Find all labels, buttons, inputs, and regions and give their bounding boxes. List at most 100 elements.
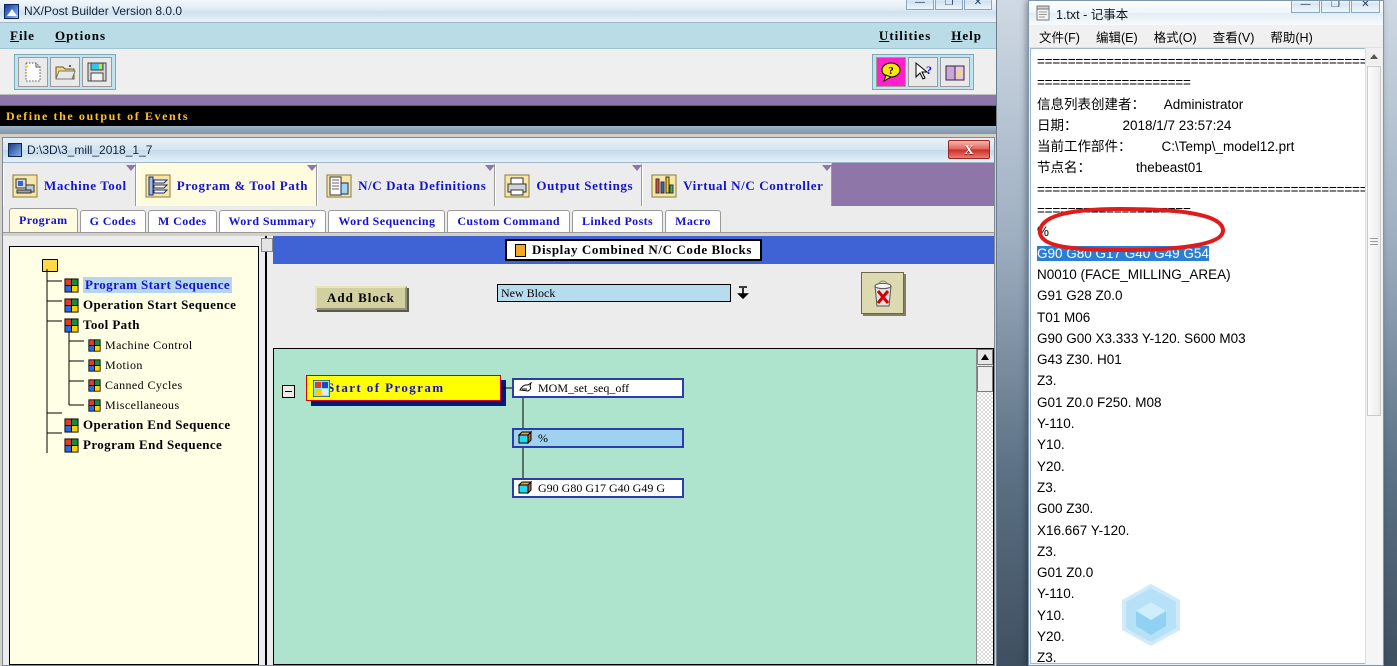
tree-label: Program Start Sequence xyxy=(83,277,233,293)
tree-item-miscellaneous[interactable]: Miscellaneous xyxy=(88,395,258,415)
tree-item-operation-start-sequence[interactable]: Operation Start Sequence xyxy=(64,295,258,315)
notepad-line: ==================== xyxy=(1037,203,1191,219)
nx-toolbar: ? ? ? xyxy=(0,49,996,95)
book-button[interactable]: ? xyxy=(940,56,970,87)
event-tree: Program Start Sequence Operation Start S… xyxy=(10,247,258,455)
splitter-grip[interactable] xyxy=(261,238,273,252)
subtab-m-codes[interactable]: M Codes xyxy=(148,210,217,232)
tab-output-settings[interactable]: Output Settings xyxy=(495,163,643,206)
subtab-g-codes[interactable]: G Codes xyxy=(79,210,147,232)
menu-file[interactable]: File xyxy=(0,28,45,44)
notepad-line: X16.667 Y-120. xyxy=(1037,522,1130,538)
notepad-text-area[interactable]: ==================== ====================… xyxy=(1030,48,1382,664)
tree-label: Miscellaneous xyxy=(105,397,180,412)
tree-item-canned-cycles[interactable]: Canned Cycles xyxy=(88,375,258,395)
notepad-maximize-button[interactable]: ❐ xyxy=(1321,1,1350,13)
scroll-thumb[interactable] xyxy=(977,366,993,392)
new-block-combo-arrow[interactable] xyxy=(733,282,753,304)
block-diagram-canvas[interactable]: Start of Program MOM_set_seq_off % G90 G… xyxy=(273,348,994,665)
display-combined-blocks-button[interactable]: Display Combined N/C Code Blocks xyxy=(504,239,762,261)
notepad-menu-file[interactable]: 文件(F) xyxy=(1039,27,1080,46)
notepad-close-button[interactable]: ✕ xyxy=(1351,1,1380,13)
block-controls-row: Add Block New Block xyxy=(273,264,994,326)
event-cube-icon xyxy=(88,358,101,372)
notepad-scroll-thumb[interactable] xyxy=(1367,66,1381,416)
menu-options[interactable]: Options xyxy=(45,28,116,44)
subtab-macro[interactable]: Macro xyxy=(665,210,721,232)
notepad-line: 节点名： thebeast01 xyxy=(1037,160,1203,176)
menu-utilities[interactable]: Utilities xyxy=(869,28,941,44)
chevron-down-icon xyxy=(737,286,749,300)
svg-text:?: ? xyxy=(888,65,894,77)
notepad-line: Z3. xyxy=(1037,543,1057,559)
tree-item-motion[interactable]: Motion xyxy=(88,355,258,375)
child-block-gcode[interactable]: G90 G80 G17 G40 G49 G xyxy=(512,478,684,498)
notepad-vertical-scrollbar[interactable] xyxy=(1365,48,1382,664)
splitter-bar xyxy=(265,236,267,665)
tree-item-tool-path[interactable]: Tool Path xyxy=(64,315,258,335)
event-cube-icon xyxy=(64,297,79,313)
new-button[interactable] xyxy=(18,56,48,87)
tree-item-program-end-sequence[interactable]: Program End Sequence xyxy=(64,435,258,455)
tree-item-machine-control[interactable]: Machine Control xyxy=(88,335,258,355)
subtab-word-summary[interactable]: Word Summary xyxy=(218,210,327,232)
mdi-title-bar: D:\3D\3_mill_2018_1_7 X xyxy=(3,138,994,163)
save-icon xyxy=(87,62,107,81)
event-cube-icon xyxy=(64,277,79,293)
notepad-menu-view[interactable]: 查看(V) xyxy=(1213,27,1255,46)
tree-item-program-start-sequence[interactable]: Program Start Sequence xyxy=(64,275,258,295)
mdi-title-text: D:\3D\3_mill_2018_1_7 xyxy=(27,143,153,157)
notepad-menu-edit[interactable]: 编辑(E) xyxy=(1096,27,1138,46)
nx-window-controls[interactable]: — ❐ ✕ xyxy=(906,0,992,10)
context-help-icon: ? xyxy=(915,61,932,80)
menu-help-rest: elp xyxy=(962,27,982,43)
notepad-line: T01 M06 xyxy=(1037,309,1091,325)
child-block-mom-set-seq-off[interactable]: MOM_set_seq_off xyxy=(512,378,684,398)
tree-label: Motion xyxy=(105,357,143,372)
child-block-percent[interactable]: % xyxy=(512,428,684,448)
delete-block-button[interactable] xyxy=(861,272,904,314)
canvas-vertical-scrollbar[interactable] xyxy=(976,349,993,664)
help-balloon-button[interactable]: ? xyxy=(876,56,906,87)
add-block-button[interactable]: Add Block xyxy=(315,286,407,310)
notepad-menu-format[interactable]: 格式(O) xyxy=(1154,27,1197,46)
virtual-nc-controller-icon xyxy=(651,174,677,197)
start-of-program-block[interactable]: Start of Program xyxy=(306,375,501,401)
event-cube-icon xyxy=(64,437,79,453)
notepad-scroll-up-button[interactable] xyxy=(1366,48,1382,65)
notepad-window-controls[interactable]: — ❐ ✕ xyxy=(1291,1,1380,13)
notepad-line: Y-110. xyxy=(1037,586,1075,602)
minimize-button[interactable]: — xyxy=(906,0,934,10)
tree-item-operation-end-sequence[interactable]: Operation End Sequence xyxy=(64,415,258,435)
scroll-up-button[interactable] xyxy=(977,349,993,365)
command-icon xyxy=(519,381,532,392)
notepad-minimize-button[interactable]: — xyxy=(1291,1,1320,13)
menu-help[interactable]: Help xyxy=(941,28,992,44)
tab-program-tool-path[interactable]: Program & Tool Path xyxy=(135,163,318,206)
tab-virtual-nc-controller[interactable]: Virtual N/C Controller xyxy=(642,163,833,206)
notepad-line: 信息列表创建者： Administrator xyxy=(1037,96,1244,112)
selected-text: G90 G80 G17 G40 G49 G54 xyxy=(1037,245,1209,261)
notepad-menu-help[interactable]: 帮助(H) xyxy=(1270,27,1312,46)
mdi-close-button[interactable]: X xyxy=(948,140,990,159)
maximize-button[interactable]: ❐ xyxy=(935,0,963,10)
save-button[interactable] xyxy=(82,56,112,87)
status-bar: Define the output of Events xyxy=(0,106,996,126)
tab-machine-tool[interactable]: Machine Tool xyxy=(3,163,136,206)
notepad-line: Y20. xyxy=(1037,629,1065,645)
notepad-line: ==================== xyxy=(1037,75,1191,91)
panel-splitter[interactable] xyxy=(261,236,273,665)
subtab-linked-posts[interactable]: Linked Posts xyxy=(571,210,664,232)
subtab-custom-command[interactable]: Custom Command xyxy=(447,210,570,232)
context-help-button[interactable]: ? xyxy=(908,56,938,87)
block-icon xyxy=(518,481,533,495)
close-button[interactable]: ✕ xyxy=(964,0,992,10)
new-block-combo[interactable]: New Block xyxy=(497,284,731,302)
open-button[interactable] xyxy=(50,56,80,87)
subtab-program[interactable]: Program xyxy=(9,208,78,232)
notepad-line: ========================================… xyxy=(1037,181,1382,197)
subtab-word-sequencing[interactable]: Word Sequencing xyxy=(328,210,446,232)
tab-nc-data-definitions[interactable]: N/C Data Definitions xyxy=(317,163,496,206)
collapse-expander[interactable] xyxy=(282,385,295,398)
event-cube-icon xyxy=(88,338,101,352)
